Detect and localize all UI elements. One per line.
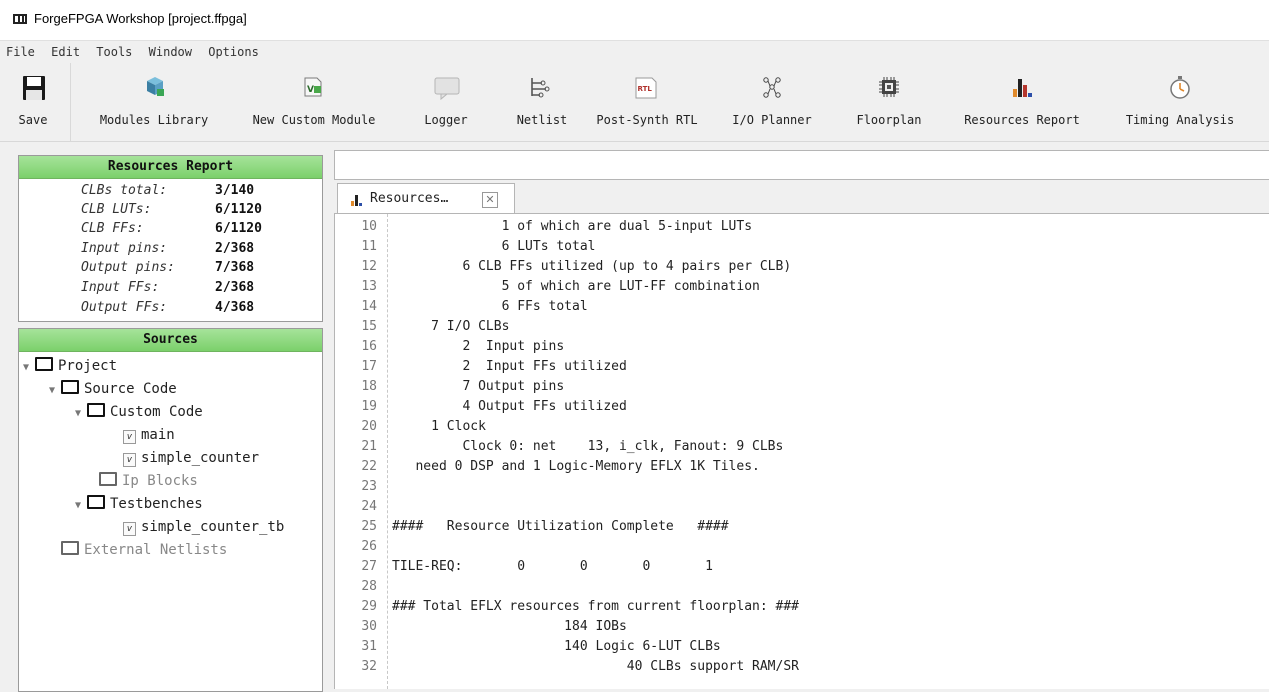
- bar-chart-icon: [1013, 79, 1032, 97]
- save-button[interactable]: Save: [0, 63, 66, 139]
- folder-icon: [99, 472, 117, 486]
- folder-icon: [61, 380, 79, 394]
- sources-panel: Sources ▼ Project ▼ Source Code ▼ Custom Co…: [18, 328, 323, 692]
- resource-row: CLB FFs: 6/1120: [81, 221, 262, 236]
- tree-item-ip-blocks[interactable]: Ip Blocks: [99, 470, 198, 492]
- tree-item-testbenches[interactable]: ▼ Testbenches: [75, 493, 203, 515]
- menu-bar: File Edit Tools Window Options: [0, 41, 1269, 63]
- resource-row: CLBs total: 3/140: [81, 183, 255, 198]
- timing-analysis-button[interactable]: Timing Analysis: [1108, 63, 1252, 139]
- menu-edit[interactable]: Edit: [51, 45, 80, 59]
- rtl-document-icon: RTL: [635, 77, 657, 99]
- chip-icon: [879, 77, 899, 97]
- modules-library-button[interactable]: Modules Library: [86, 63, 222, 139]
- chevron-down-icon[interactable]: ▼: [75, 403, 87, 425]
- tree-item-external-netlists[interactable]: External Netlists: [61, 539, 227, 561]
- resource-row: Input FFs: 2/368: [81, 280, 255, 295]
- resources-report-header: Resources Report: [19, 156, 322, 179]
- folder-icon: [87, 403, 105, 417]
- gutter-divider: [387, 214, 388, 689]
- folder-icon: [87, 495, 105, 509]
- stopwatch-icon: [1170, 76, 1190, 99]
- resources-report-panel: Resources Report CLBs total: 3/140 CLB L…: [18, 155, 323, 322]
- tree-item-simple-counter[interactable]: v simple_counter: [123, 447, 259, 469]
- tab-label: Resources…: [370, 191, 449, 206]
- svg-text:V: V: [307, 85, 314, 95]
- title-bar: ForgeFPGA Workshop [project.ffpga]: [0, 0, 1269, 41]
- new-custom-module-button[interactable]: V New Custom Module: [236, 63, 392, 139]
- tab-resources-report[interactable]: Resources… ✕: [337, 183, 515, 214]
- resource-row: Output FFs: 4/368: [81, 300, 255, 315]
- tree-item-custom-code[interactable]: ▼ Custom Code: [75, 401, 203, 423]
- netlist-button[interactable]: Netlist: [510, 63, 574, 139]
- io-planner-button[interactable]: I/O Planner: [720, 63, 824, 139]
- menu-window[interactable]: Window: [149, 45, 192, 59]
- verilog-file-icon: v: [123, 522, 136, 536]
- post-synth-rtl-button[interactable]: RTL Post-Synth RTL: [582, 63, 712, 139]
- tree-item-main[interactable]: v main: [123, 424, 175, 446]
- code-editor[interactable]: 10 1 of which are dual 5-input LUTs 11 6…: [334, 213, 1269, 689]
- resources-report-button[interactable]: Resources Report: [952, 63, 1092, 139]
- editor-top-area: [334, 150, 1269, 180]
- sources-header: Sources: [19, 329, 322, 352]
- chevron-down-icon[interactable]: ▼: [23, 357, 35, 379]
- cubes-icon: [147, 77, 164, 96]
- resource-row: Output pins: 7/368: [81, 260, 255, 275]
- tree-item-project[interactable]: ▼ Project: [23, 355, 117, 377]
- app-icon: [13, 14, 27, 24]
- folder-icon: [35, 357, 53, 371]
- floppy-disk-icon: [23, 76, 45, 100]
- menu-file[interactable]: File: [6, 45, 35, 59]
- toolbar-separator: [70, 63, 71, 141]
- tree-item-simple-counter-tb[interactable]: v simple_counter_tb: [123, 516, 284, 538]
- netlist-icon: [531, 78, 550, 98]
- verilog-file-icon: v: [123, 453, 136, 467]
- resource-row: CLB LUTs: 6/1120: [81, 202, 262, 217]
- verilog-file-icon: v: [123, 430, 136, 444]
- menu-options[interactable]: Options: [208, 45, 259, 59]
- svg-text:RTL: RTL: [638, 85, 653, 93]
- verilog-file-icon: V: [304, 77, 322, 97]
- folder-icon: [61, 541, 79, 555]
- floorplan-button[interactable]: Floorplan: [846, 63, 932, 139]
- close-icon[interactable]: ✕: [482, 192, 498, 208]
- bar-chart-icon: [351, 195, 362, 206]
- tree-item-source-code[interactable]: ▼ Source Code: [49, 378, 177, 400]
- logger-button[interactable]: Logger: [404, 63, 488, 139]
- window-title: ForgeFPGA Workshop [project.ffpga]: [34, 11, 247, 26]
- toolbar: Save Modules Library V New Custom Module…: [0, 63, 1269, 142]
- chevron-down-icon[interactable]: ▼: [75, 495, 87, 517]
- chevron-down-icon[interactable]: ▼: [49, 380, 61, 402]
- speech-bubble-icon: [434, 77, 460, 101]
- resource-row: Input pins: 2/368: [81, 241, 255, 256]
- network-nodes-icon: [763, 77, 781, 98]
- menu-tools[interactable]: Tools: [96, 45, 132, 59]
